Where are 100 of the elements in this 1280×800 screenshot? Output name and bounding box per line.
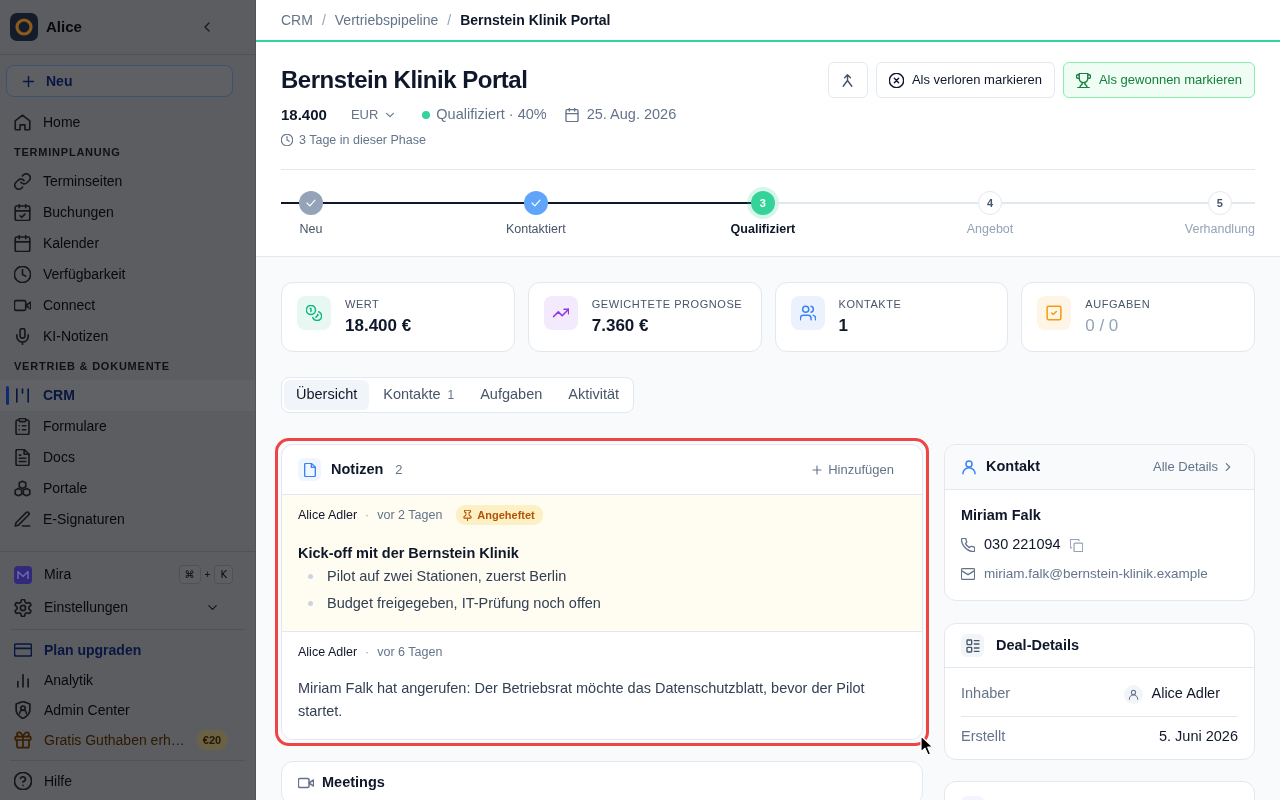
note-author: Alice Adler [298,643,358,661]
meta-separator: · [365,643,370,661]
nav-item[interactable]: KI-Notizen [0,321,255,352]
step-label: Angebot [965,221,1015,238]
card-icon [14,641,32,659]
shortcut-key: ⌘ [178,565,201,584]
field-value: 5. Juni 2026 [1159,727,1238,746]
bar-chart-icon [14,671,32,689]
stat-value: 1 [838,315,849,337]
note-time: vor 2 Tagen [377,506,443,524]
clipboard-icon [14,418,31,435]
nav-item[interactable]: CRM [0,380,255,411]
field-label: Inhaber [961,684,1011,704]
note-time: vor 6 Tagen [377,643,443,661]
video-camera-icon [14,297,31,314]
nav-item[interactable]: Verfügbarkeit [0,259,255,290]
move-stage-button[interactable] [827,62,868,98]
stat-value: 7.360 € [591,315,650,337]
tab[interactable]: Aktivität [556,380,632,410]
logo-icon [10,13,38,41]
nav-item[interactable]: Connect [0,290,255,321]
nav-item[interactable]: E-Signaturen [0,504,255,535]
breadcrumb-separator: / [447,10,452,30]
calendar-icon [564,108,579,122]
nav-item[interactable]: Terminseiten [0,166,255,197]
breadcrumb-current: Bernstein Klinik Portal [460,10,611,30]
nav-item[interactable]: Buchungen [0,197,255,228]
nav-item[interactable]: Home [0,107,255,138]
copy-icon[interactable] [1069,538,1083,552]
tab-count: 1 [447,387,455,404]
contact-email: miriam.falk@bernstein-klinik.example [984,564,1208,583]
deal-details-title: Deal-Details [996,635,1079,655]
cubes-icon [14,480,31,497]
step-marker: 5 [1207,191,1232,215]
currency-dropdown[interactable]: EUR [350,105,397,125]
nav-item[interactable]: Formulare [0,411,255,442]
deal-title: Bernstein Klinik Portal [281,65,528,95]
stat-value: 18.400 € [345,315,412,337]
add-note-button[interactable]: Hinzufügen [811,459,906,480]
mail-icon [961,567,975,581]
tab[interactable]: Übersicht [284,380,370,410]
owner-name: Alice Adler [1151,684,1220,704]
details-link[interactable]: Alle Details [1152,457,1234,477]
pen-icon [14,511,31,528]
link-icon [14,173,31,190]
new-button[interactable]: Neu [6,65,233,97]
shield-user-icon [14,701,32,719]
note-text: Miriam Falk hat angerufen: Der Betriebsrat möchte das Datenschutzblatt, bevor der Pilot startet. [298,679,866,721]
nav-item[interactable]: Hilfe [0,766,255,796]
step-marker: 4 [978,191,1002,215]
tab[interactable]: Aufgaben [468,380,555,410]
workspace-name: Alice [46,16,82,37]
document-icon [14,449,31,466]
home-icon [14,114,31,131]
stat-label: AUFGABEN [1085,297,1151,312]
stat-value: 0 / 0 [1085,315,1120,337]
nav-item[interactable]: Einstellungen [0,591,255,624]
assistant-logo-icon [14,565,32,584]
calendar-icon [14,235,31,252]
nav-item[interactable]: Analytik [0,665,255,695]
step-label: Verhandlung [1184,221,1255,238]
gear-icon [14,598,32,617]
mark-lost-button[interactable]: Als verloren markieren [875,62,1055,98]
mark-won-button[interactable]: Als gewonnen markieren [1062,62,1255,98]
breadcrumb-link[interactable]: CRM [281,9,313,31]
check-icon [305,197,317,209]
breadcrumb-link[interactable]: Vertriebspipeline [334,9,439,31]
pin-icon [462,509,474,521]
clock-icon [14,266,31,283]
nav-item[interactable]: Portale [0,473,255,504]
nav-item[interactable]: Docs [0,442,255,473]
check-icon [529,197,542,209]
phase-duration: 3 Tage in dieser Phase [299,131,426,149]
phone-icon [961,538,975,552]
section-label: TERMINPLANUNG [13,144,122,160]
nav-item[interactable]: Admin Center [0,695,255,725]
key-joiner: + [204,568,211,582]
bullet-text: Pilot auf zwei Stationen, zuerst Berlin [327,566,567,586]
bullet-icon [308,574,313,579]
nav-item[interactable]: Plan upgraden [0,635,255,665]
stat-label: GEWICHTETE PROGNOSE [591,297,743,312]
list-icon [961,634,984,657]
nav-item[interactable]: Kalender [0,228,255,259]
stat-label: KONTAKTE [838,297,902,312]
tab[interactable]: Kontakte 1 [371,380,467,410]
note-heading: Kick-off mit der Bernstein Klinik [298,544,520,563]
clock-icon [281,134,293,146]
note-author: Alice Adler [298,506,358,524]
user-icon [961,459,977,475]
gift-icon [14,731,32,749]
help-icon [14,772,32,790]
nav-item[interactable]: Mira ⌘ + K [0,558,255,591]
bullet-text: Budget freigegeben, IT-Prüfung noch offen [327,593,601,613]
bullet-icon [308,601,313,606]
notes-count: 2 [395,460,403,479]
notes-title: Notizen [331,459,384,479]
nav-item[interactable]: Gratis Guthaben erh… €20 [0,725,255,755]
trophy-icon [1075,72,1091,88]
plus-icon [811,463,824,476]
microphone-icon [14,328,31,345]
